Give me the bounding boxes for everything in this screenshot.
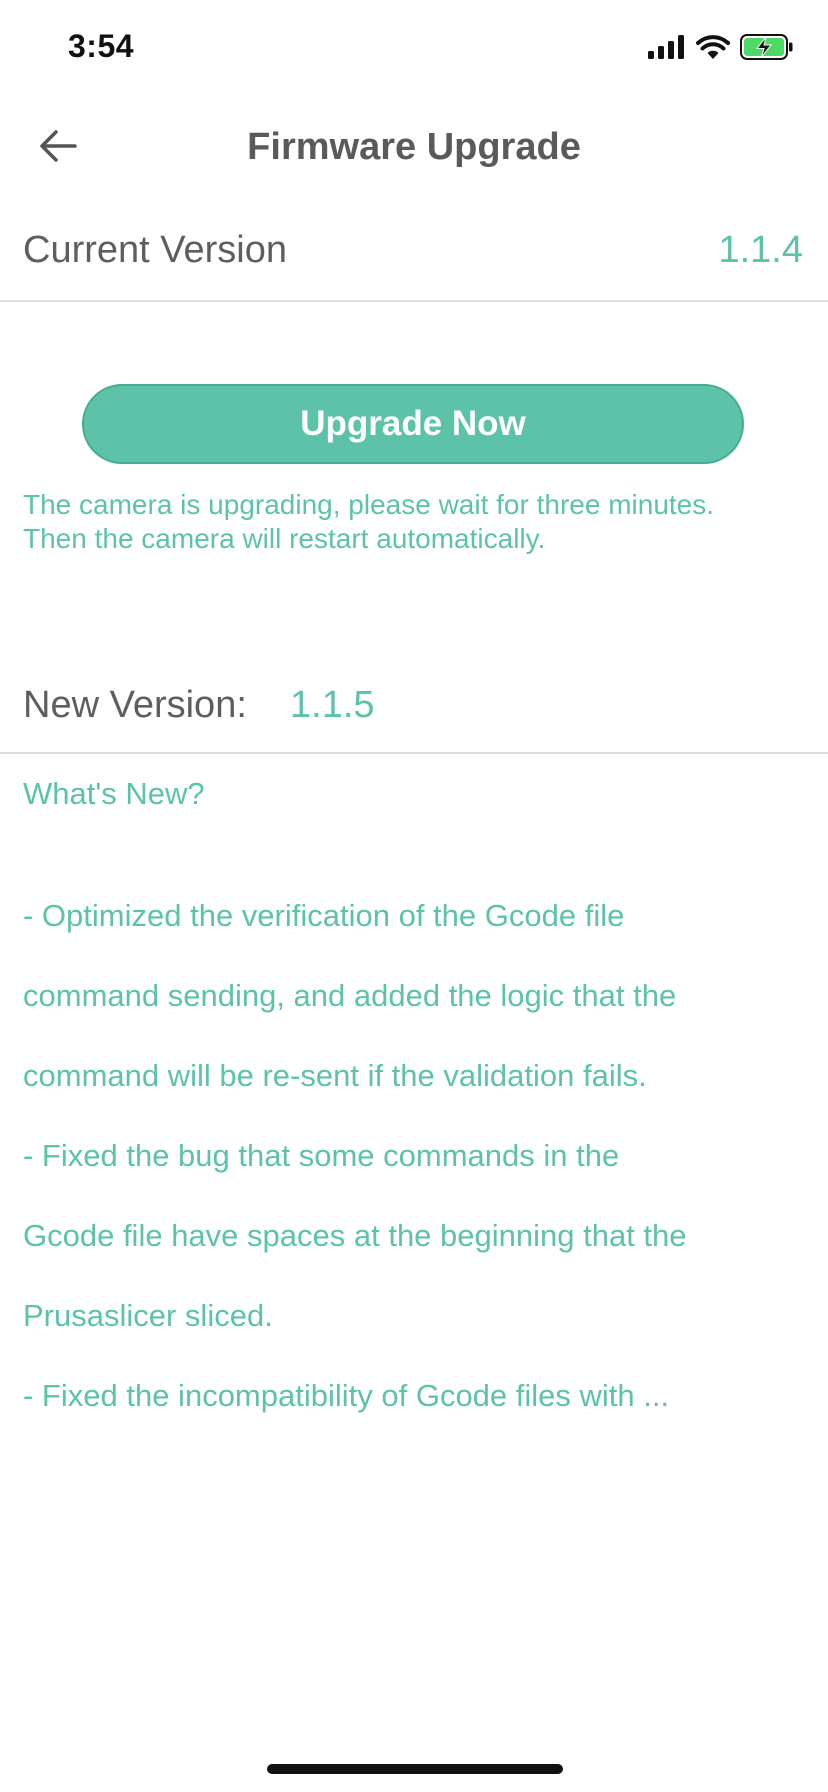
release-note-line: command will be re-sent if the validatio…	[23, 1058, 647, 1093]
upgrade-note-line: Then the camera will restart automatical…	[23, 523, 546, 554]
status-time: 3:54	[68, 28, 135, 64]
upgrade-now-button[interactable]: Upgrade Now	[82, 384, 744, 464]
release-note-line: command sending, and added the logic tha…	[23, 978, 677, 1013]
signal-icon	[648, 34, 686, 64]
release-notes: - Optimized the verification of the Gcod…	[23, 856, 813, 1456]
current-version-label: Current Version	[23, 229, 288, 271]
new-version-value: 1.1.5	[290, 684, 375, 726]
release-note-line: - Optimized the verification of the Gcod…	[23, 898, 625, 933]
upgrade-now-label: Upgrade Now	[300, 404, 526, 443]
release-note-line: Gcode file have spaces at the beginning …	[23, 1218, 687, 1253]
status-icons	[648, 32, 794, 66]
wifi-icon	[696, 34, 730, 65]
whats-new-title: What's New?	[23, 776, 205, 811]
new-version-row: New Version: 1.1.5	[0, 670, 828, 754]
release-note-line: - Fixed the bug that some commands in th…	[23, 1138, 620, 1173]
home-indicator[interactable]	[267, 1764, 563, 1774]
upgrade-note-line: The camera is upgrading, please wait for…	[23, 489, 715, 520]
new-version-label: New Version:	[23, 684, 247, 726]
battery-charging-icon	[740, 33, 794, 65]
upgrade-status-note: The camera is upgrading, please wait for…	[23, 488, 813, 556]
page-title: Firmware Upgrade	[247, 126, 581, 168]
release-note-line: - Fixed the incompatibility of Gcode fil…	[23, 1378, 670, 1413]
current-version-row: Current Version 1.1.4	[0, 212, 828, 302]
release-note-line: Prusaslicer sliced.	[23, 1298, 273, 1333]
current-version-value: 1.1.4	[718, 229, 803, 271]
